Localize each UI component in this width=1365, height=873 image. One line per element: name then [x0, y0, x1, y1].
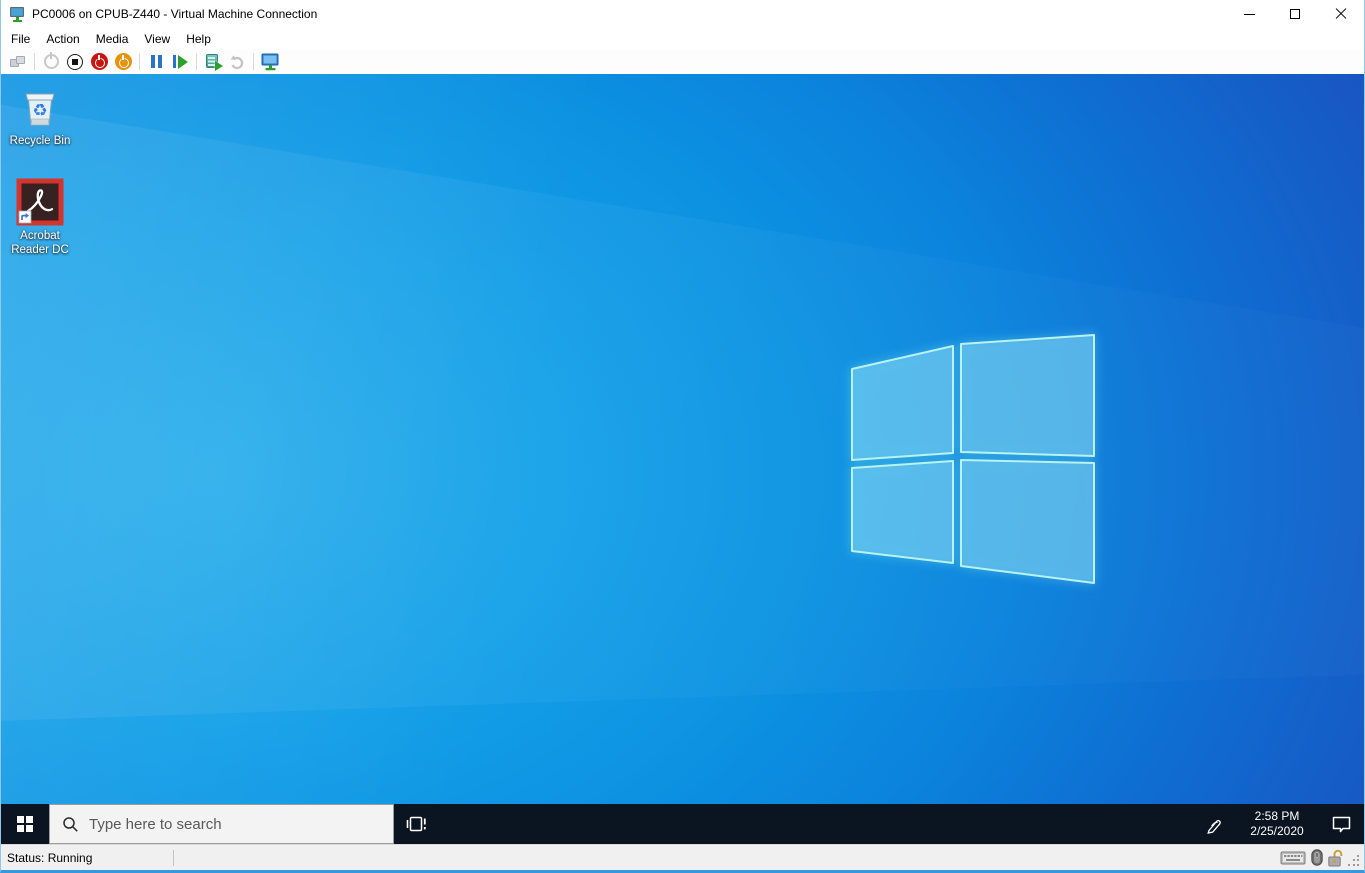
notification-icon: [1331, 815, 1352, 834]
titlebar: PC0006 on CPUB-Z440 - Virtual Machine Co…: [1, 0, 1364, 28]
vm-status-text: Status: Running: [1, 851, 173, 865]
menu-action[interactable]: Action: [38, 30, 87, 48]
enhanced-session-button[interactable]: [258, 51, 282, 73]
windows-start-icon: [17, 816, 34, 833]
mouse-capture-icon: [1311, 849, 1323, 866]
save-icon: [115, 53, 132, 70]
taskbar-search[interactable]: [49, 804, 394, 844]
taskbar-empty-area: [440, 804, 1192, 844]
statusbar: Status: Running: [1, 844, 1364, 870]
recycle-bin-icon: ♻: [16, 83, 64, 131]
taskbar: 2:58 PM 2/25/2020: [1, 804, 1364, 844]
vm-screen[interactable]: ♻ Recycle Bin Acrobat Reader DC: [1, 74, 1364, 844]
shutdown-button[interactable]: [87, 51, 111, 73]
menu-help[interactable]: Help: [178, 30, 219, 48]
search-icon: [62, 816, 79, 833]
windows-ink-button[interactable]: [1192, 804, 1236, 844]
checkpoint-button[interactable]: [201, 51, 225, 73]
statusbar-separator: [173, 850, 174, 866]
window-title: PC0006 on CPUB-Z440 - Virtual Machine Co…: [32, 7, 317, 21]
turn-off-icon: [67, 54, 83, 70]
minimize-button[interactable]: [1226, 0, 1272, 28]
keyboard-capture-icon: [1280, 850, 1306, 866]
vm-toolbar: [1, 49, 1364, 74]
clock-time: 2:58 PM: [1255, 809, 1300, 824]
toolbar-separator: [196, 53, 197, 70]
windows-logo-pane: [961, 335, 1094, 456]
windows-logo-pane: [961, 460, 1094, 583]
maximize-button[interactable]: [1272, 0, 1318, 28]
shortcut-arrow-icon: [19, 211, 31, 223]
close-icon: [1335, 8, 1347, 20]
resize-grip[interactable]: [1348, 855, 1360, 867]
pause-icon: [151, 55, 162, 68]
maximize-icon: [1290, 9, 1300, 19]
task-view-button[interactable]: [394, 804, 440, 844]
desktop-icon-acrobat-reader[interactable]: Acrobat Reader DC: [1, 178, 79, 257]
pen-icon: [1204, 814, 1224, 834]
svg-text:♻: ♻: [32, 101, 47, 120]
desktop-icon-label: Acrobat Reader DC: [1, 229, 79, 257]
start-power-icon: [44, 54, 59, 69]
windows-logo: [1, 74, 1364, 844]
revert-icon: [229, 54, 245, 70]
acrobat-reader-icon: [16, 178, 64, 226]
menu-file[interactable]: File: [3, 30, 38, 48]
start-menu-button[interactable]: [1, 804, 49, 844]
checkpoint-icon: [206, 54, 221, 70]
menu-view[interactable]: View: [136, 30, 178, 48]
toolbar-separator: [139, 53, 140, 70]
pause-button[interactable]: [144, 51, 168, 73]
unlocked-icon: [1328, 849, 1343, 867]
close-button[interactable]: [1318, 0, 1364, 28]
windows-logo-pane: [852, 461, 953, 563]
vm-app-icon: [9, 6, 26, 23]
task-view-icon: [406, 815, 428, 833]
action-center-button[interactable]: [1318, 804, 1364, 844]
toolbar-separator: [253, 53, 254, 70]
search-input[interactable]: [89, 816, 359, 833]
save-button[interactable]: [111, 51, 135, 73]
toolbar-separator: [34, 53, 35, 70]
clock-date: 2/25/2020: [1250, 824, 1303, 839]
menu-media[interactable]: Media: [88, 30, 137, 48]
windows-logo-pane: [852, 346, 953, 460]
minimize-icon: [1244, 14, 1255, 15]
reset-icon: [173, 55, 188, 69]
reset-button[interactable]: [168, 51, 192, 73]
enhanced-session-icon: [261, 53, 280, 71]
start-button[interactable]: [39, 51, 63, 73]
desktop-icon-label: Recycle Bin: [10, 134, 71, 148]
ctrl-alt-delete-icon: [10, 55, 26, 68]
menubar: File Action Media View Help: [1, 28, 1364, 49]
taskbar-clock[interactable]: 2:58 PM 2/25/2020: [1236, 804, 1318, 844]
desktop-icon-recycle-bin[interactable]: ♻ Recycle Bin: [1, 83, 79, 148]
vm-connection-window: PC0006 on CPUB-Z440 - Virtual Machine Co…: [0, 0, 1365, 873]
shutdown-icon: [91, 53, 108, 70]
revert-button[interactable]: [225, 51, 249, 73]
ctrl-alt-delete-button[interactable]: [6, 51, 30, 73]
turn-off-button[interactable]: [63, 51, 87, 73]
